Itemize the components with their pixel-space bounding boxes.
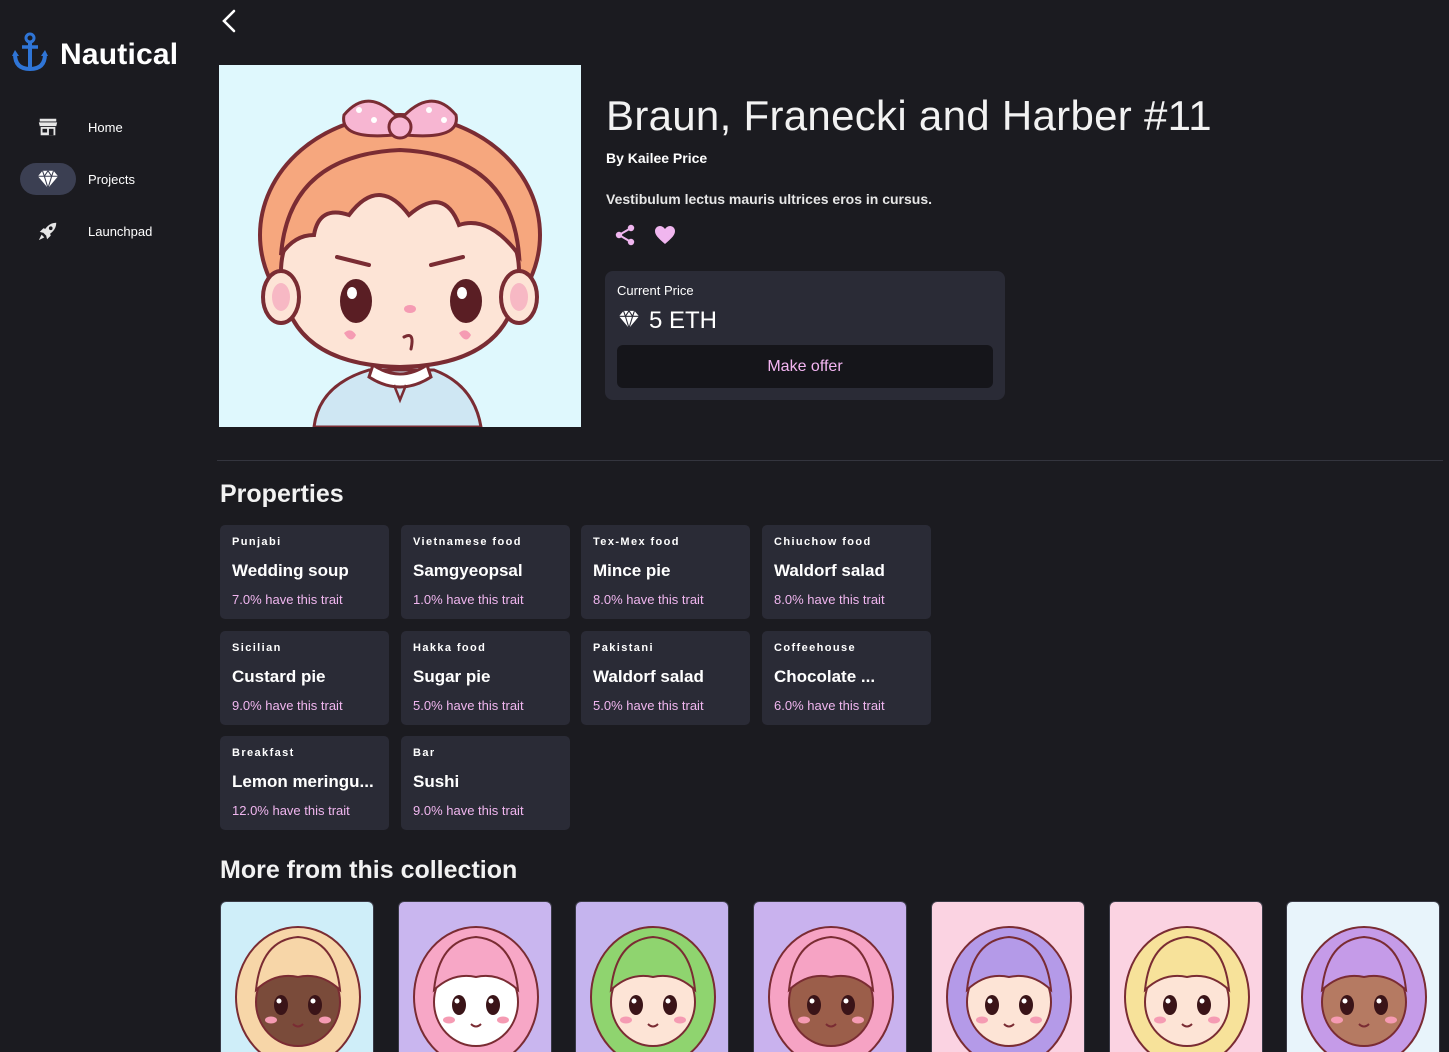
collection-item[interactable]: [575, 901, 729, 1052]
back-button[interactable]: [216, 8, 242, 38]
collection-strip: [220, 901, 1449, 1052]
sidebar-nav: Home Projects Launchpad: [20, 110, 200, 266]
collection-item[interactable]: [753, 901, 907, 1052]
collection-item[interactable]: [1109, 901, 1263, 1052]
property-value: Chocolate ...: [774, 667, 876, 686]
property-card[interactable]: Breakfast Lemon meringu... 12.0% have th…: [220, 736, 389, 830]
sidebar-item-label: Projects: [88, 171, 135, 187]
brand-logo[interactable]: Nautical: [12, 32, 178, 77]
property-card[interactable]: Chiuchow food Waldorf salad 8.0% have th…: [762, 525, 931, 619]
collection-item-image: [221, 902, 373, 1052]
rocket-icon: [20, 215, 76, 247]
property-value: Wedding soup: [232, 561, 349, 580]
sidebar-item-home[interactable]: Home: [20, 110, 200, 144]
collection-item-image: [399, 902, 551, 1052]
collection-item-image: [1287, 902, 1439, 1052]
properties-title: Properties: [220, 480, 344, 508]
price-card: Current Price 5 ETH Make offer: [605, 271, 1005, 400]
sidebar-item-label: Home: [88, 119, 123, 135]
property-type: Breakfast: [232, 747, 295, 759]
section-divider: [217, 460, 1443, 461]
property-type: Bar: [413, 747, 436, 759]
property-type: Hakka food: [413, 642, 487, 654]
sidebar: Nautical Home Projects Launchpad: [0, 0, 205, 1052]
property-type: Vietnamese food: [413, 536, 522, 548]
nft-actions: [612, 222, 678, 248]
collection-item[interactable]: [398, 901, 552, 1052]
share-icon[interactable]: [612, 222, 638, 248]
diamond-icon: [20, 163, 76, 195]
nft-title: Braun, Franecki and Harber #11: [606, 92, 1212, 139]
storefront-icon: [20, 111, 76, 143]
collection-item-image: [1110, 902, 1262, 1052]
heart-icon[interactable]: [652, 222, 678, 248]
diamond-icon: [618, 309, 640, 334]
collection-title: More from this collection: [220, 856, 518, 884]
property-type: Tex-Mex food: [593, 536, 680, 548]
collection-item-image: [932, 902, 1084, 1052]
collection-item-image: [576, 902, 728, 1052]
property-type: Coffeehouse: [774, 642, 857, 654]
collection-item[interactable]: [220, 901, 374, 1052]
make-offer-button[interactable]: Make offer: [617, 345, 993, 388]
nft-byline[interactable]: By Kailee Price: [606, 150, 707, 166]
property-card[interactable]: Punjabi Wedding soup 7.0% have this trai…: [220, 525, 389, 619]
property-rarity: 12.0% have this trait: [232, 803, 350, 818]
app-root: Nautical Home Projects Launchpad Braun, …: [0, 0, 1449, 1052]
property-type: Sicilian: [232, 642, 282, 654]
property-card[interactable]: Pakistani Waldorf salad 5.0% have this t…: [581, 631, 750, 725]
property-value: Custard pie: [232, 667, 326, 686]
property-card[interactable]: Hakka food Sugar pie 5.0% have this trai…: [401, 631, 570, 725]
property-rarity: 8.0% have this trait: [774, 592, 885, 607]
nft-image: [219, 65, 581, 427]
property-value: Waldorf salad: [593, 667, 704, 686]
property-rarity: 7.0% have this trait: [232, 592, 343, 607]
collection-item[interactable]: [931, 901, 1085, 1052]
property-card[interactable]: Bar Sushi 9.0% have this trait: [401, 736, 570, 830]
property-value: Mince pie: [593, 561, 671, 580]
property-value: Waldorf salad: [774, 561, 885, 580]
property-value: Samgyeopsal: [413, 561, 523, 580]
property-rarity: 9.0% have this trait: [413, 803, 524, 818]
brand-name: Nautical: [60, 37, 179, 71]
property-value: Sushi: [413, 772, 460, 791]
price-value: 5 ETH: [649, 307, 718, 334]
chevron-left-icon: [221, 9, 237, 38]
anchor-icon: [12, 32, 48, 77]
collection-item-image: [754, 902, 906, 1052]
collection-item[interactable]: [1286, 901, 1440, 1052]
property-rarity: 5.0% have this trait: [593, 698, 704, 713]
property-value: Lemon meringu...: [232, 772, 374, 791]
property-rarity: 5.0% have this trait: [413, 698, 524, 713]
sidebar-item-projects[interactable]: Projects: [20, 162, 200, 196]
property-rarity: 8.0% have this trait: [593, 592, 704, 607]
property-card[interactable]: Sicilian Custard pie 9.0% have this trai…: [220, 631, 389, 725]
property-type: Chiuchow food: [774, 536, 872, 548]
sidebar-item-label: Launchpad: [88, 223, 153, 239]
property-value: Sugar pie: [413, 667, 491, 686]
sidebar-item-launchpad[interactable]: Launchpad: [20, 214, 200, 248]
nft-description: Vestibulum lectus mauris ultrices eros i…: [606, 191, 933, 207]
property-type: Pakistani: [593, 642, 654, 654]
property-rarity: 6.0% have this trait: [774, 698, 885, 713]
property-card[interactable]: Tex-Mex food Mince pie 8.0% have this tr…: [581, 525, 750, 619]
property-type: Punjabi: [232, 536, 282, 548]
property-rarity: 9.0% have this trait: [232, 698, 343, 713]
property-rarity: 1.0% have this trait: [413, 592, 524, 607]
property-card[interactable]: Vietnamese food Samgyeopsal 1.0% have th…: [401, 525, 570, 619]
price-label: Current Price: [617, 283, 694, 298]
property-card[interactable]: Coffeehouse Chocolate ... 6.0% have this…: [762, 631, 931, 725]
price-row: 5 ETH: [618, 307, 717, 335]
